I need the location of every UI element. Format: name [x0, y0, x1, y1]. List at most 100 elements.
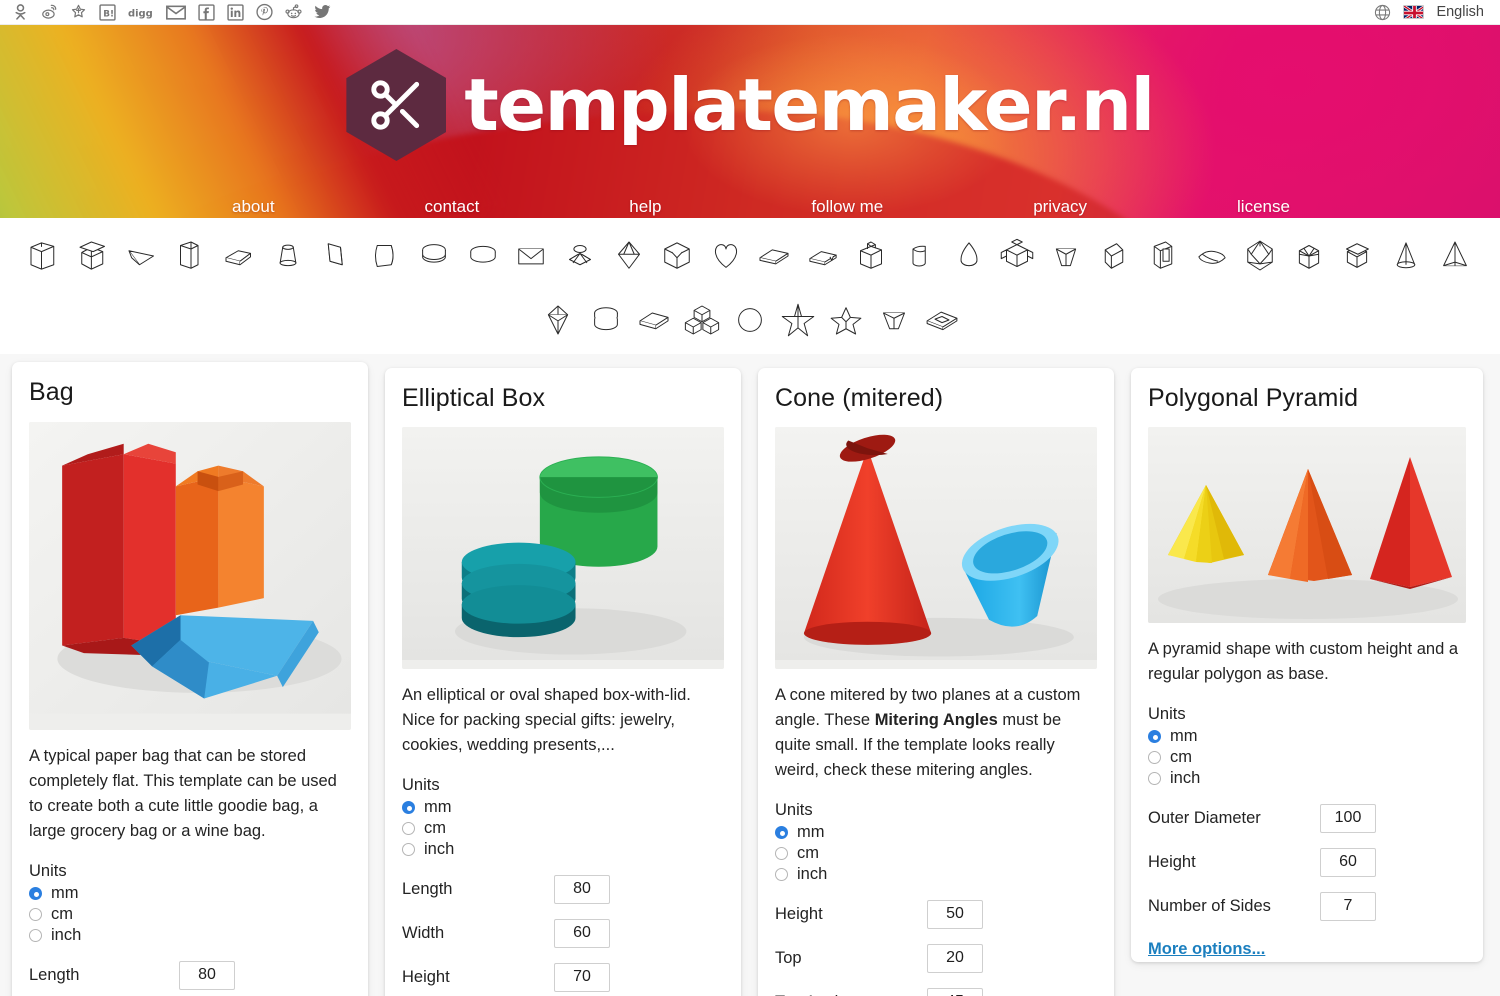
radio-mark[interactable] [775, 847, 788, 861]
radio-mark[interactable] [1148, 772, 1161, 786]
cube-icon[interactable] [653, 232, 702, 280]
unit-radio-mm[interactable]: mm [402, 797, 724, 818]
digg-icon[interactable]: digg [128, 4, 154, 21]
unit-radio-inch[interactable]: inch [775, 864, 1097, 885]
unit-radio-inch[interactable]: inch [29, 925, 351, 946]
nav-item-contact[interactable]: contact [425, 197, 480, 217]
icosahedron-icon[interactable] [1236, 232, 1285, 280]
pyramid-icon[interactable] [1430, 232, 1479, 280]
round-tin-icon[interactable] [410, 232, 459, 280]
width-input[interactable] [554, 918, 610, 948]
email-icon[interactable] [166, 4, 186, 21]
hexagonal-prism-icon[interactable] [1285, 232, 1334, 280]
box-with-lid-icon[interactable] [70, 232, 119, 280]
slanted-cylinder-icon[interactable] [896, 232, 945, 280]
template-card-polygonal-pyramid[interactable]: Polygonal Pyramid A pyramid shape with c… [1131, 368, 1483, 962]
radio-mark[interactable] [402, 843, 415, 857]
uk-flag-icon[interactable] [1403, 5, 1425, 19]
language-selector[interactable]: English [1374, 4, 1490, 21]
radio-mark[interactable] [775, 868, 788, 882]
outer-diameter-input[interactable] [1320, 803, 1376, 833]
frame-box-icon[interactable] [1139, 232, 1188, 280]
long-tray-icon[interactable] [215, 232, 264, 280]
diamond-gem-icon[interactable] [604, 232, 653, 280]
flat-slab-icon[interactable] [630, 296, 678, 344]
unit-radio-inch[interactable]: inch [402, 839, 724, 860]
shallow-tray-icon[interactable] [750, 232, 799, 280]
top-input[interactable] [927, 943, 983, 973]
tapered-tub-icon[interactable] [1042, 232, 1091, 280]
star-burst-icon[interactable] [774, 296, 822, 344]
linkedin-icon[interactable] [227, 3, 244, 21]
kaixin-icon[interactable] [70, 4, 87, 21]
pillow-pack-icon[interactable] [1187, 232, 1236, 280]
nav-item-follow-me[interactable]: follow me [811, 197, 883, 217]
drop-cone-icon[interactable] [944, 232, 993, 280]
facebook-icon[interactable] [198, 3, 215, 21]
template-card-elliptical-box[interactable]: Elliptical Box An elliptical or oval sha… [385, 368, 741, 996]
unit-radio-mm[interactable]: mm [29, 883, 351, 904]
round-box-icon[interactable] [582, 296, 630, 344]
hatena-bookmark-icon[interactable]: B! [99, 3, 116, 21]
template-card-bag[interactable]: Bag A typical paper bag that can be stor… [12, 362, 368, 996]
more-options-link[interactable]: More options... [1148, 940, 1265, 959]
gift-slab-icon[interactable] [918, 296, 966, 344]
ramp-wedge-icon[interactable] [313, 232, 362, 280]
unit-radio-cm[interactable]: cm [775, 843, 1097, 864]
cube-cluster-icon[interactable] [678, 296, 726, 344]
reddit-icon[interactable] [285, 4, 302, 21]
unit-radio-cm[interactable]: cm [29, 904, 351, 925]
bipyramid-icon[interactable] [534, 296, 582, 344]
unit-radio-inch[interactable]: inch [1148, 768, 1466, 789]
oval-tin-icon[interactable] [458, 232, 507, 280]
wedge-flat-icon[interactable] [118, 232, 167, 280]
site-logo-area[interactable]: templatemaker.nl [0, 49, 1500, 161]
pinterest-icon[interactable] [256, 3, 273, 21]
length-input[interactable] [179, 960, 235, 990]
radio-mark[interactable] [29, 929, 42, 943]
flat-box-icon[interactable] [167, 232, 216, 280]
length-input[interactable] [554, 874, 610, 904]
slanted-block-icon[interactable] [1090, 232, 1139, 280]
twitter-icon[interactable] [314, 4, 331, 21]
nav-item-help[interactable]: help [629, 197, 661, 217]
radio-mark[interactable] [29, 908, 42, 922]
scissors-hexagon-logo[interactable] [346, 49, 447, 161]
template-card-cone-mitered[interactable]: Cone (mitered) A cone mitered by two pla… [758, 368, 1114, 996]
top-angle-input[interactable] [927, 987, 983, 996]
unit-radio-mm[interactable]: mm [775, 822, 1097, 843]
nav-item-privacy[interactable]: privacy [1033, 197, 1087, 217]
hex-tin-icon[interactable] [1333, 232, 1382, 280]
radio-mark[interactable] [1148, 751, 1161, 765]
rounded-box-icon[interactable] [361, 232, 410, 280]
weibo-icon[interactable] [41, 4, 58, 21]
odnoklassniki-icon[interactable] [12, 3, 29, 21]
globe-icon[interactable] [1374, 4, 1391, 21]
radio-mark[interactable] [29, 887, 42, 901]
nav-item-about[interactable]: about [232, 197, 275, 217]
sleeve-box-icon[interactable] [799, 232, 848, 280]
cone-icon[interactable] [1382, 232, 1431, 280]
height-input[interactable] [1320, 847, 1376, 877]
unit-radio-mm[interactable]: mm [1148, 726, 1466, 747]
heart-icon[interactable] [701, 232, 750, 280]
cube-puzzle-icon[interactable] [993, 232, 1042, 280]
open-box-icon[interactable] [21, 232, 70, 280]
unit-radio-cm[interactable]: cm [1148, 747, 1466, 768]
nav-item-license[interactable]: license [1237, 197, 1290, 217]
radio-mark[interactable] [402, 801, 415, 815]
language-label[interactable]: English [1436, 4, 1484, 20]
radio-mark[interactable] [775, 826, 788, 840]
unit-radio-cm[interactable]: cm [402, 818, 724, 839]
height-input[interactable] [927, 899, 983, 929]
height-input[interactable] [554, 962, 610, 992]
envelope-icon[interactable] [507, 232, 556, 280]
sphere-icon[interactable] [726, 296, 774, 344]
flower-box-icon[interactable] [556, 232, 605, 280]
tapered-basket-icon[interactable] [870, 296, 918, 344]
tapered-cup-icon[interactable] [264, 232, 313, 280]
radio-mark[interactable] [402, 822, 415, 836]
star-box-icon[interactable] [822, 296, 870, 344]
radio-mark[interactable] [1148, 730, 1161, 744]
number-of-sides-input[interactable] [1320, 891, 1376, 921]
